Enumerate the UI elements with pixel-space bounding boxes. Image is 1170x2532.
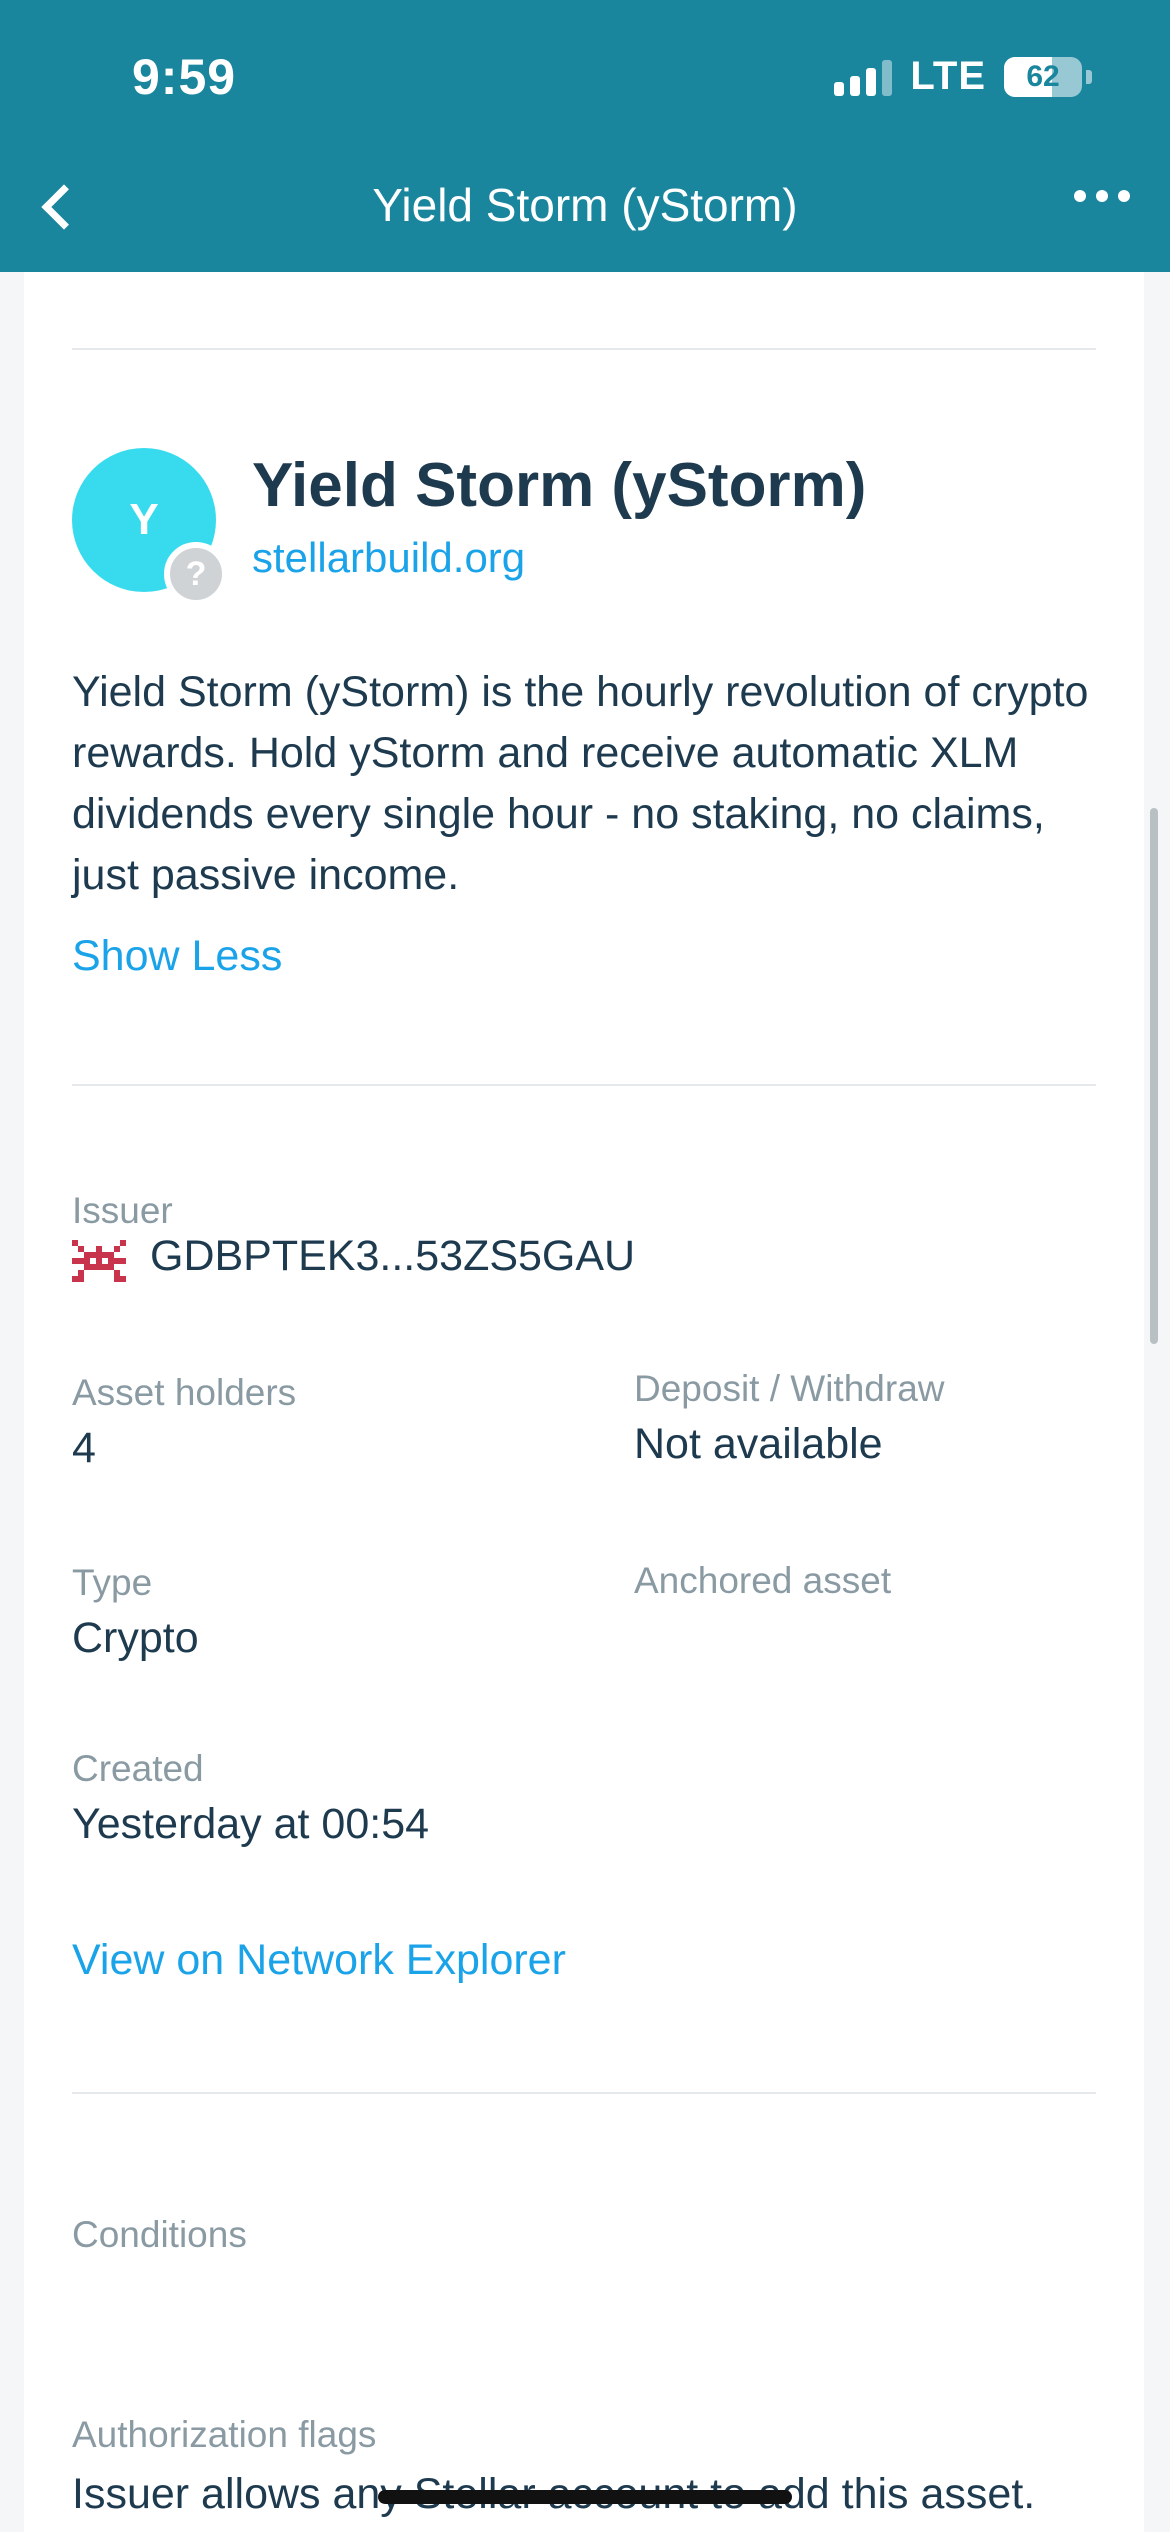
identicon-cell — [78, 1258, 84, 1264]
identicon-cell — [72, 1240, 78, 1246]
identicon-cell — [120, 1276, 126, 1282]
battery-level: 62 — [1026, 59, 1060, 93]
identicon-cell — [72, 1258, 78, 1264]
show-less-button[interactable]: Show Less — [72, 932, 282, 981]
more-options-button[interactable] — [1074, 190, 1130, 202]
identicon-cell — [84, 1252, 90, 1258]
asset-details-card: Y ? Yield Storm (yStorm) stellarbuild.or… — [24, 272, 1144, 2532]
divider — [72, 1084, 1096, 1086]
identicon-cell — [78, 1276, 84, 1282]
identicon-cell — [78, 1270, 84, 1276]
anchored-label: Anchored asset — [634, 1560, 892, 1601]
identicon-cell — [90, 1264, 96, 1270]
identicon-cell — [114, 1270, 120, 1276]
created-value: Yesterday at 00:54 — [72, 1800, 430, 1848]
identicon-cell — [72, 1276, 78, 1282]
holders-value: 4 — [72, 1424, 96, 1472]
authorization-flags-label: Authorization flags — [72, 2414, 377, 2455]
issuer-address[interactable]: GDBPTEK3...53ZS5GAU — [150, 1232, 635, 1281]
page-title: Yield Storm (yStorm) — [372, 179, 798, 231]
identicon-cell — [102, 1252, 108, 1258]
network-explorer-link[interactable]: View on Network Explorer — [72, 1936, 566, 1985]
identicon-cell — [90, 1252, 96, 1258]
badge-symbol: ? — [185, 554, 207, 593]
holders-label: Asset holders — [72, 1372, 297, 1413]
identicon-cell — [102, 1264, 108, 1270]
identicon-cell — [84, 1258, 90, 1264]
header-bar: 9:59 LTE 62 Yield Storm (yStorm) — [0, 0, 1170, 272]
type-label: Type — [72, 1562, 153, 1603]
divider — [72, 2092, 1096, 2094]
identicon-cell — [96, 1246, 102, 1252]
battery-icon: 62 — [1004, 56, 1082, 97]
screen: 9:59 LTE 62 Yield Storm (yStorm) Y ? Yie… — [0, 0, 1170, 2532]
status-indicators: LTE 62 — [834, 54, 1092, 99]
asset-name: Yield Storm (yStorm) — [252, 451, 867, 520]
more-dot — [1096, 190, 1108, 202]
question-mark-icon: ? — [164, 542, 228, 606]
type-value: Crypto — [72, 1614, 199, 1662]
issuer-label: Issuer — [72, 1190, 173, 1231]
issuer-identicon-icon — [72, 1240, 126, 1282]
identicon-cell — [120, 1240, 126, 1246]
network-type: LTE — [910, 54, 986, 98]
identicon-cell — [108, 1258, 114, 1264]
identicon-cell — [84, 1264, 90, 1270]
cellular-signal-icon — [834, 58, 893, 96]
identicon-cell — [114, 1258, 120, 1264]
identicon-cell — [96, 1252, 102, 1258]
battery-tip — [1086, 69, 1092, 84]
scrollbar[interactable] — [1150, 808, 1158, 1344]
identicon-cell — [114, 1246, 120, 1252]
asset-description: Yield Storm (yStorm) is the hourly revol… — [72, 668, 1089, 899]
identicon-cell — [96, 1264, 102, 1270]
avatar-letter: Y — [129, 495, 159, 544]
identicon-cell — [96, 1258, 102, 1264]
deposit-value: Not available — [634, 1420, 883, 1468]
created-label: Created — [72, 1748, 204, 1789]
deposit-label: Deposit / Withdraw — [634, 1368, 945, 1409]
identicon-cell — [114, 1276, 120, 1282]
conditions-title: Conditions — [72, 2214, 247, 2255]
home-indicator[interactable] — [378, 2490, 792, 2504]
identicon-cell — [108, 1264, 114, 1270]
status-time: 9:59 — [132, 49, 237, 105]
identicon-cell — [108, 1252, 114, 1258]
asset-domain-link[interactable]: stellarbuild.org — [252, 534, 525, 582]
identicon-cell — [78, 1246, 84, 1252]
more-dot — [1118, 190, 1130, 202]
more-dot — [1074, 190, 1086, 202]
divider — [72, 348, 1096, 350]
identicon-cell — [120, 1258, 126, 1264]
